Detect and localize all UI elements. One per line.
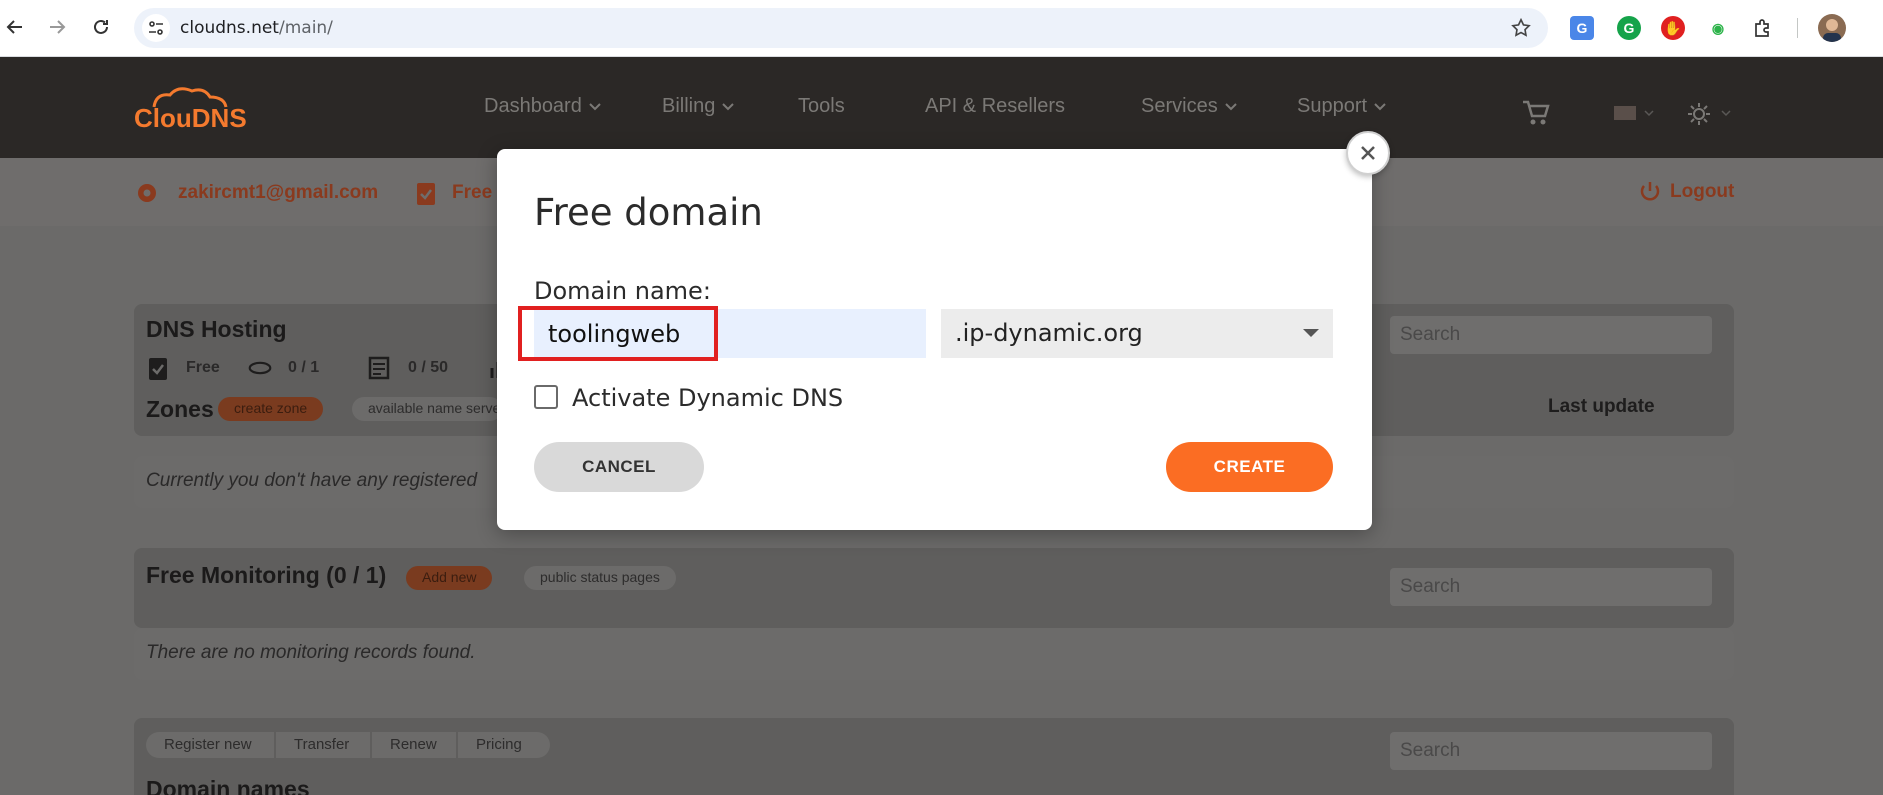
domains-search-input[interactable]: Search [1390,732,1712,770]
status-pages-button[interactable]: public status pages [524,566,676,590]
dynamic-dns-label[interactable]: Activate Dynamic DNS [572,384,843,412]
site-header: ClouDNS Dashboard Billing Tools API & Re… [0,57,1883,158]
url-host: cloudns.net [180,18,279,38]
dns-stats: Free 0 / 1 0 / 50 [146,354,546,384]
back-arrow-icon[interactable] [0,12,30,42]
tld-selected-value: .ip-dynamic.org [955,319,1143,347]
nav-api-resellers[interactable]: API & Resellers [925,95,1065,118]
domain-name-input[interactable] [534,309,926,358]
adblock-extension-icon[interactable]: ✋ [1661,16,1685,40]
domains-title: Domain names [146,776,310,795]
logout-button[interactable]: Logout [1638,180,1734,204]
site-info-icon[interactable] [142,14,170,42]
close-modal-button[interactable] [1346,131,1390,175]
chevron-down-icon [589,102,601,110]
toolbar-divider [1797,18,1798,38]
account-email[interactable]: zakircmt1@gmail.com [178,182,378,204]
nav-services[interactable]: Services [1141,95,1238,118]
domain-name-label: Domain name: [534,277,711,305]
nav-label: Tools [798,95,845,117]
monitoring-panel: Free Monitoring (0 / 1) Add new public s… [134,548,1734,628]
page-root: cloudns.net/main/ G G ✋ ◉ ClouDNS Dashbo… [0,0,1883,795]
monitoring-empty-message: There are no monitoring records found. [134,628,1734,680]
stat-records-value: 0 / 50 [408,359,449,376]
plan-badge-icon [417,183,435,205]
cloudns-logo[interactable]: ClouDNS [134,83,252,139]
nav-label: Dashboard [484,95,582,117]
profile-avatar[interactable] [1818,14,1846,42]
nav-support[interactable]: Support [1297,95,1387,118]
nav-tools[interactable]: Tools [798,95,845,118]
browser-toolbar: cloudns.net/main/ G G ✋ ◉ [0,0,1883,57]
cancel-button[interactable]: CANCEL [534,442,704,492]
url-path: /main/ [278,18,333,38]
records-icon [368,356,390,380]
nav-dashboard[interactable]: Dashboard [484,95,602,118]
stat-records: 0 / 50 [368,354,448,382]
nav-label: Support [1297,95,1368,117]
stat-zones: 0 / 1 [248,354,319,382]
zones-title: Zones [146,396,214,422]
free-domain-modal: Free domain Domain name: .ip-dynamic.org… [497,149,1372,530]
forward-arrow-icon[interactable] [42,12,72,42]
language-flag-icon[interactable] [1614,106,1636,120]
tab-pricing[interactable]: Pricing [458,732,550,758]
close-icon [1361,146,1375,160]
plan-badge-icon [149,358,167,380]
available-ns-button[interactable]: available name servers [352,397,502,421]
tab-renew[interactable]: Renew [372,732,456,758]
domains-panel: Register new Transfer Renew Pricing Sear… [134,718,1734,795]
dynamic-dns-checkbox[interactable] [534,385,558,409]
theme-sun-icon[interactable] [1687,102,1711,126]
chevron-down-icon [1721,110,1731,117]
stat-plan-label: Free [186,359,220,376]
nav-label: Services [1141,95,1218,117]
cart-icon[interactable] [1521,99,1551,127]
gear-icon[interactable] [133,179,161,207]
create-button[interactable]: CREATE [1166,442,1333,492]
chevron-down-icon [1224,102,1237,110]
chevron-down-icon [722,102,735,110]
stat-plan: Free [146,354,220,382]
address-bar[interactable]: cloudns.net/main/ [134,8,1548,48]
tld-select[interactable]: .ip-dynamic.org [941,309,1333,358]
dns-search-input[interactable]: Search [1390,316,1712,354]
reload-icon[interactable] [86,12,116,42]
extensions-puzzle-icon[interactable] [1751,16,1775,40]
monitoring-search-input[interactable]: Search [1390,568,1712,606]
nav-label: Billing [662,95,716,117]
create-zone-button[interactable]: create zone [218,397,324,421]
grammarly-extension-icon[interactable]: G [1617,16,1641,40]
eye-extension-icon[interactable]: ◉ [1706,16,1730,40]
tab-transfer[interactable]: Transfer [276,732,370,758]
logout-label: Logout [1670,181,1735,202]
bookmark-star-icon[interactable] [1510,17,1532,39]
tab-register-new[interactable]: Register new [146,732,274,758]
stat-zones-value: 0 / 1 [288,359,320,376]
plan-label[interactable]: Free [452,182,492,204]
dropdown-arrow-icon [1303,329,1319,337]
translate-extension-icon[interactable]: G [1570,16,1594,40]
add-monitor-button[interactable]: Add new [406,566,493,590]
chevron-down-icon [1374,102,1386,110]
dns-hosting-title: DNS Hosting [146,316,287,342]
logo-text: ClouDNS [134,103,247,133]
modal-title: Free domain [534,191,763,234]
url-text: cloudns.net/main/ [180,18,333,38]
last-update-header: Last update [1548,396,1655,417]
zones-icon [248,361,272,375]
power-icon [1640,182,1660,201]
chevron-down-icon [1644,110,1654,117]
monitoring-title: Free Monitoring (0 / 1) [146,562,387,588]
nav-billing[interactable]: Billing [662,95,735,118]
nav-label: API & Resellers [925,95,1066,117]
